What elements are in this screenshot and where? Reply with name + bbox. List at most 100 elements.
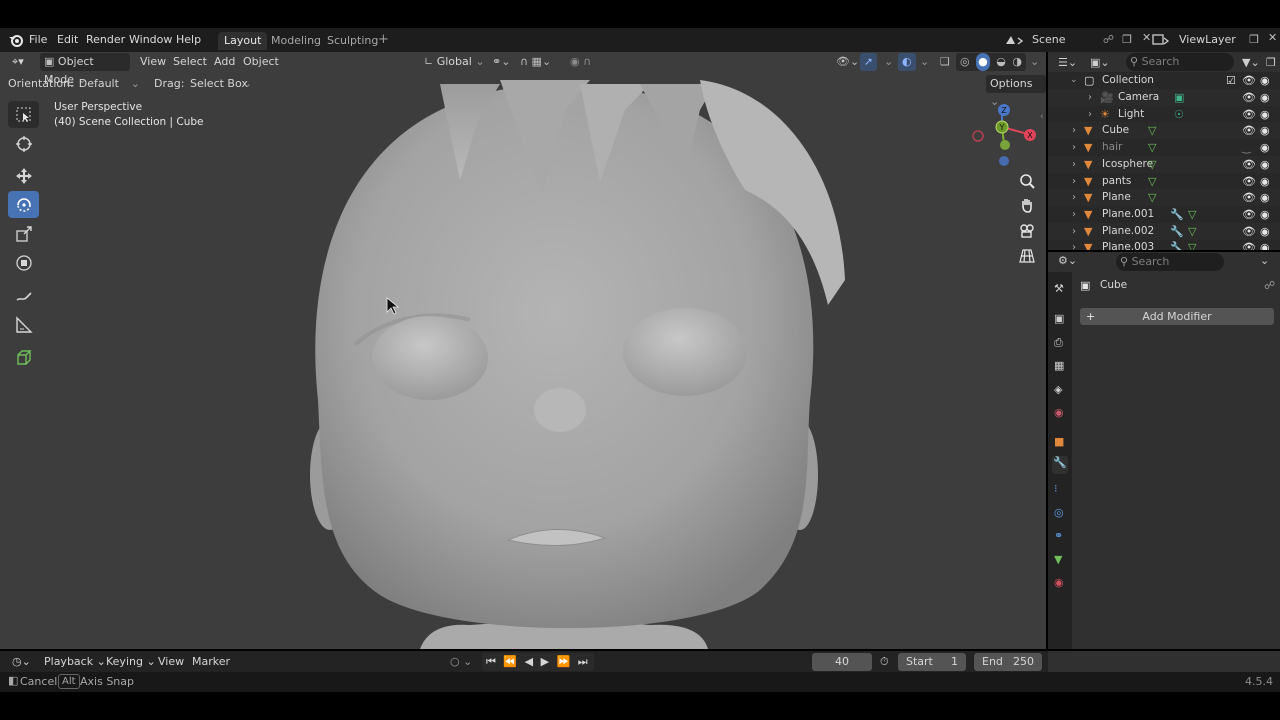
modifier-tab-icon[interactable]: 🔧: [1052, 456, 1068, 474]
delete-view-layer-icon[interactable]: ✕: [1268, 31, 1277, 44]
menu-window[interactable]: Window: [129, 28, 172, 52]
shading-selector[interactable]: ◎ ● ◒ ◑: [956, 53, 1026, 71]
chevron-right-icon[interactable]: ›: [1072, 223, 1076, 240]
copy-scene-icon[interactable]: ❐: [1122, 31, 1132, 49]
display-mode-icon[interactable]: ▣⌄: [1090, 54, 1110, 71]
overlay-toggle-icon[interactable]: ◐: [898, 53, 916, 71]
chevron-down-icon[interactable]: ⌄: [916, 53, 933, 71]
zoom-icon[interactable]: [1015, 169, 1039, 193]
modifier-wrench-icon[interactable]: 🔧: [1170, 206, 1184, 223]
chevron-right-icon[interactable]: ›: [1072, 206, 1076, 223]
scene-tab-icon[interactable]: ◈: [1054, 383, 1062, 396]
menu-timeline-view[interactable]: View: [154, 653, 188, 671]
eye-icon[interactable]: 👁: [1242, 72, 1256, 89]
chevron-right-icon[interactable]: ›: [1072, 239, 1076, 250]
outliner-row-camera[interactable]: › 🎥 Camera ▣ 👁 ◉: [1048, 89, 1280, 106]
modifier-wrench-icon[interactable]: 🔧: [1170, 239, 1184, 250]
filter-icon[interactable]: ▼⌄: [1242, 54, 1260, 71]
eye-icon[interactable]: 👁: [1242, 156, 1256, 173]
camera-render-icon[interactable]: ◉: [1260, 223, 1270, 240]
eye-icon[interactable]: 👁: [1242, 122, 1256, 139]
eye-icon[interactable]: 👁: [1242, 173, 1256, 190]
eye-icon[interactable]: 👁: [1242, 106, 1256, 123]
mode-selector[interactable]: ▣ Object Mode ⌄: [40, 53, 130, 86]
menu-render[interactable]: Render: [86, 28, 125, 52]
camera-view-icon[interactable]: [1015, 219, 1039, 243]
camera-render-icon[interactable]: ◉: [1260, 156, 1270, 173]
eye-icon[interactable]: 👁: [1242, 89, 1256, 106]
wireframe-shading-icon[interactable]: ◎: [960, 53, 970, 71]
eye-icon[interactable]: 👁: [1242, 189, 1256, 206]
next-keyframe-icon[interactable]: ⏩: [557, 655, 573, 668]
light-data-icon[interactable]: ☉: [1174, 106, 1184, 123]
world-tab-icon[interactable]: ◉: [1054, 406, 1064, 419]
play-icon[interactable]: ▶: [541, 655, 551, 668]
options-button[interactable]: Options ⌄: [986, 75, 1046, 108]
view-layer-selector[interactable]: ViewLayer ❐: [1175, 31, 1265, 49]
outliner-row-pants[interactable]: › ▼ pants ▽ 👁 ◉: [1048, 173, 1280, 190]
tab-sculpting[interactable]: Sculpting: [321, 32, 384, 50]
scene-selector[interactable]: Scene ☍ ❐: [1028, 31, 1138, 49]
cursor-tool[interactable]: [8, 130, 39, 157]
outliner-search-input[interactable]: ⚲ Search: [1126, 53, 1234, 71]
mesh-data-icon[interactable]: ▽: [1188, 239, 1196, 250]
outliner-row-collection[interactable]: ⌄ ▢ Collection ☑ 👁 ◉: [1048, 72, 1280, 89]
visibility-icon[interactable]: 👁⌄: [832, 53, 863, 71]
copy-view-layer-icon[interactable]: ❐: [1249, 31, 1259, 49]
camera-render-icon[interactable]: ◉: [1260, 89, 1270, 106]
add-cube-tool[interactable]: [8, 344, 39, 371]
eye-icon[interactable]: 👁: [1242, 239, 1256, 250]
add-workspace-button[interactable]: +: [378, 28, 389, 52]
editor-type-icon[interactable]: ⌖▾: [8, 53, 28, 71]
outliner-row-cube[interactable]: › ▼ Cube ▽ 👁 ◉: [1048, 122, 1280, 140]
scene-icon[interactable]: [1004, 34, 1024, 46]
material-shading-icon[interactable]: ◒: [996, 53, 1006, 71]
outliner-row-icosphere[interactable]: › ▼ Icosphere ▽ 👁 ◉: [1048, 155, 1280, 173]
auto-keying-icon[interactable]: ○ ⌄: [446, 653, 476, 671]
pivot-icon[interactable]: ⚭⌄: [488, 53, 514, 71]
3d-viewport[interactable]: [0, 52, 1046, 649]
menu-select[interactable]: Select: [169, 53, 211, 71]
chevron-right-icon[interactable]: ›: [1072, 189, 1076, 206]
new-collection-icon[interactable]: ❐: [1266, 54, 1276, 71]
constraints-tab-icon[interactable]: ⚭: [1054, 529, 1063, 542]
camera-data-icon[interactable]: ▣: [1174, 89, 1184, 106]
menu-object[interactable]: Object: [239, 53, 283, 71]
modifier-wrench-icon[interactable]: 🔧: [1170, 223, 1184, 240]
mesh-data-icon[interactable]: ▽: [1188, 206, 1196, 223]
mesh-data-icon[interactable]: ▽: [1148, 173, 1156, 190]
camera-render-icon[interactable]: ◉: [1260, 239, 1270, 250]
checkbox-icon[interactable]: ☑: [1226, 72, 1236, 89]
transform-tool[interactable]: [8, 249, 39, 276]
chevron-right-icon[interactable]: ›: [1088, 89, 1092, 106]
scale-tool[interactable]: [8, 220, 39, 247]
delete-scene-icon[interactable]: ✕: [1142, 31, 1151, 44]
add-modifier-button[interactable]: + Add Modifier: [1080, 308, 1274, 325]
chevron-right-icon[interactable]: ›: [1072, 173, 1076, 190]
menu-playback[interactable]: Playback ⌄: [40, 653, 110, 671]
rotate-tool[interactable]: [8, 191, 39, 218]
view-layer-tab-icon[interactable]: ▦: [1054, 359, 1064, 372]
current-frame-field[interactable]: 40: [812, 653, 872, 671]
mesh-data-icon[interactable]: ▽: [1148, 122, 1156, 139]
camera-render-icon[interactable]: ◉: [1260, 206, 1270, 223]
chevron-down-icon[interactable]: ⌄: [1026, 53, 1043, 71]
pan-hand-icon[interactable]: [1015, 193, 1039, 217]
menu-add[interactable]: Add: [210, 53, 239, 71]
camera-render-icon[interactable]: ◉: [1260, 173, 1270, 190]
blender-logo-icon[interactable]: [8, 33, 24, 47]
pin-icon[interactable]: ☍: [1264, 279, 1275, 292]
chevron-down-icon[interactable]: ⌄: [880, 53, 897, 71]
physics-tab-icon[interactable]: ◎: [1054, 506, 1064, 519]
outliner-row-plane[interactable]: › ▼ Plane ▽ 👁 ◉: [1048, 189, 1280, 207]
data-tab-icon[interactable]: ▼: [1054, 553, 1062, 566]
eye-icon[interactable]: 👁: [1242, 206, 1256, 223]
tab-layout[interactable]: Layout: [218, 32, 268, 50]
snap-icon[interactable]: ∩ ▦⌄: [516, 53, 555, 71]
mesh-data-icon[interactable]: ▽: [1148, 156, 1156, 173]
output-tab-icon[interactable]: ⎙: [1054, 336, 1063, 350]
pin-icon[interactable]: ☍: [1103, 31, 1114, 49]
outliner-row-plane-001[interactable]: › ▼ Plane.001 🔧 ▽ 👁 ◉: [1048, 206, 1280, 223]
mesh-data-icon[interactable]: ▽: [1148, 189, 1156, 206]
rendered-shading-icon[interactable]: ◑: [1012, 53, 1022, 71]
